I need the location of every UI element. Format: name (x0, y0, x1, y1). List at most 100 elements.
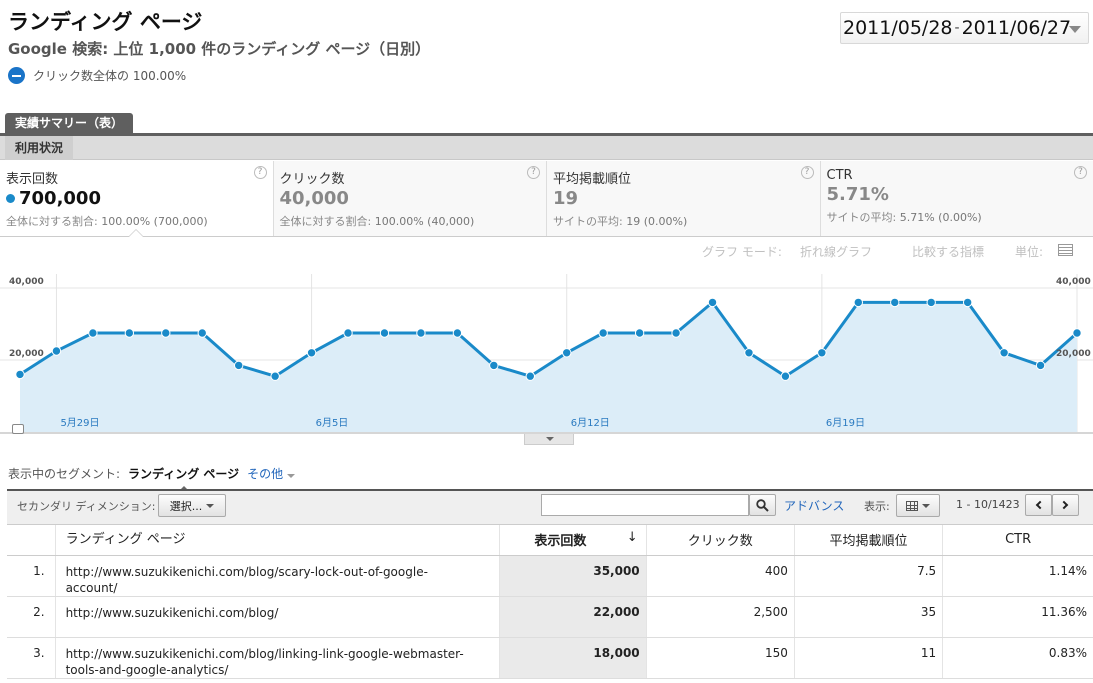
metric-name: クリック数 (279, 172, 345, 187)
metric-name: 表示回数 (6, 172, 59, 187)
unit-label: 単位: (1015, 245, 1044, 259)
table-row[interactable]: 3. http://www.suzukikenichi.com/blog/link… (7, 637, 1093, 679)
select-label: 選択... (169, 499, 203, 513)
chart-point[interactable] (999, 348, 1009, 358)
col-avg-position[interactable]: 平均掲載順位 (793, 525, 943, 556)
metric-sub-label: 全体に対する割合: (279, 215, 372, 228)
table-header-row: ランディング ページ 表示回数 ↓ クリック数 平均掲載順位 CTR (7, 525, 1093, 556)
secondary-dimension-label: セカンダリ ディメンション: (17, 500, 156, 513)
chevron-down-icon (206, 503, 215, 508)
graph-mode-label: グラフ モード: (702, 245, 782, 259)
grid-icon (906, 500, 918, 511)
chart-point[interactable] (1072, 328, 1082, 338)
active-card-pointer (128, 229, 144, 237)
chart-point[interactable] (306, 348, 317, 358)
chart-point[interactable] (15, 369, 25, 380)
chart-point[interactable] (525, 371, 535, 381)
chart-point[interactable] (270, 371, 280, 381)
tab-summary-table[interactable]: 実績サマリー（表） (5, 113, 134, 134)
metric-sub-label: サイトの平均: (826, 211, 897, 224)
metric-card-clicks[interactable]: クリック数 40,000 全体に対する割合: 100.00% (40,000) … (273, 161, 547, 236)
row-index: 3. (7, 637, 56, 679)
table-search-input[interactable] (541, 494, 749, 516)
chevron-right-icon (1059, 500, 1069, 510)
row-index: 2. (7, 596, 56, 638)
list-icon[interactable] (1058, 244, 1073, 256)
segment-current[interactable]: ランディング ページ (128, 465, 239, 491)
col-landing-page[interactable]: ランディング ページ (54, 525, 500, 556)
chart-point[interactable] (744, 348, 754, 358)
date-range-picker[interactable]: 2011/05/28 - 2011/06/27 (840, 12, 1089, 44)
chart-point[interactable] (88, 328, 98, 338)
chart-point[interactable] (343, 328, 353, 338)
chart-resize-handle[interactable] (524, 434, 574, 445)
segment-row-label: 表示中のセグメント: (8, 467, 121, 481)
chart-point[interactable] (817, 348, 827, 358)
chart-point[interactable] (598, 328, 608, 338)
row-impressions: 22,000 (499, 596, 647, 638)
chart-point[interactable] (161, 328, 171, 338)
help-icon[interactable]: ? (800, 166, 814, 179)
chart-point[interactable] (890, 297, 900, 308)
row-landing-url[interactable]: http://www.suzukikenichi.com/blog/linkin… (54, 637, 500, 679)
metric-sub-value: 19 (0.00%) (626, 215, 688, 228)
chart-point[interactable] (707, 297, 718, 308)
help-icon[interactable]: ? (253, 166, 267, 179)
help-icon[interactable]: ? (527, 166, 540, 179)
table-row[interactable]: 1. http://www.suzukikenichi.com/blog/scar… (7, 555, 1093, 597)
col-impressions[interactable]: 表示回数 ↓ (499, 525, 647, 556)
graph-mode-select[interactable]: 折れ線グラフ (800, 243, 872, 260)
row-ctr: 11.36% (942, 596, 1093, 638)
y-tick-label: 40,000 (9, 277, 44, 287)
metric-value: 19 (553, 188, 579, 209)
chart-point[interactable] (416, 328, 426, 338)
chart-point[interactable] (562, 348, 572, 358)
chart-point[interactable] (780, 371, 791, 381)
chart-point[interactable] (671, 328, 681, 338)
chart-point[interactable] (124, 328, 135, 338)
segment-indicator[interactable]: クリック数全体の 100.00% (8, 67, 186, 84)
segment-more-link[interactable]: その他 (247, 465, 296, 482)
next-page-button[interactable] (1052, 494, 1079, 516)
chart-point[interactable] (962, 297, 973, 308)
y-tick-label: 20,000 (9, 349, 44, 359)
row-landing-url[interactable]: http://www.suzukikenichi.com/blog/scary-… (54, 555, 500, 597)
row-landing-url[interactable]: http://www.suzukikenichi.com/blog/ (54, 596, 500, 638)
table-row[interactable]: 2. http://www.suzukikenichi.com/blog/22,0… (7, 596, 1093, 638)
help-icon[interactable]: ? (1074, 166, 1087, 179)
chart-point[interactable] (452, 328, 463, 338)
sort-desc-icon: ↓ (626, 530, 638, 546)
search-button[interactable] (749, 494, 776, 516)
segment-minus-icon[interactable] (8, 67, 25, 84)
chart-point[interactable] (926, 297, 936, 308)
chart-point[interactable] (634, 328, 645, 338)
display-mode-select[interactable] (896, 494, 940, 517)
annotation-icon[interactable] (12, 424, 24, 434)
chart-point[interactable] (853, 297, 864, 308)
metric-name: 平均掲載順位 (553, 172, 632, 187)
metric-card-avg-position[interactable]: 平均掲載順位 19 サイトの平均: 19 (0.00%) ? (547, 161, 821, 236)
metric-card-ctr[interactable]: CTR 5.71% サイトの平均: 5.71% (0.00%) ? (820, 161, 1093, 236)
compare-metrics-link[interactable]: 比較する指標 (912, 243, 984, 260)
prev-page-button[interactable] (1025, 494, 1052, 516)
metric-sub-label: 全体に対する割合: (6, 215, 98, 228)
chart-point[interactable] (51, 346, 62, 356)
chevron-down-icon (287, 474, 296, 478)
segment-label: クリック数全体の 100.00% (33, 69, 187, 83)
chart-point[interactable] (489, 360, 499, 371)
chart-point[interactable] (197, 328, 207, 338)
chart-point[interactable] (233, 360, 244, 371)
col-index (7, 525, 56, 556)
row-clicks: 2,500 (645, 596, 795, 638)
metric-card-impressions[interactable]: 表示回数 700,000 全体に対する割合: 100.00% (700,000)… (0, 161, 274, 236)
col-ctr[interactable]: CTR (942, 525, 1093, 556)
row-ctr: 1.14% (942, 555, 1093, 597)
col-clicks[interactable]: クリック数 (645, 525, 795, 556)
chart-point[interactable] (1035, 360, 1046, 371)
page-subtitle: Google 検索: 上位 1,000 件のランディング ページ（日別） (8, 40, 431, 58)
advanced-filter-link[interactable]: アドバンス (784, 497, 844, 514)
secondary-dimension-select[interactable]: 選択... (158, 494, 226, 517)
chevron-down-icon[interactable] (1069, 26, 1081, 33)
chart-point[interactable] (379, 328, 390, 338)
subtab-usage[interactable]: 利用状況 (5, 136, 74, 160)
